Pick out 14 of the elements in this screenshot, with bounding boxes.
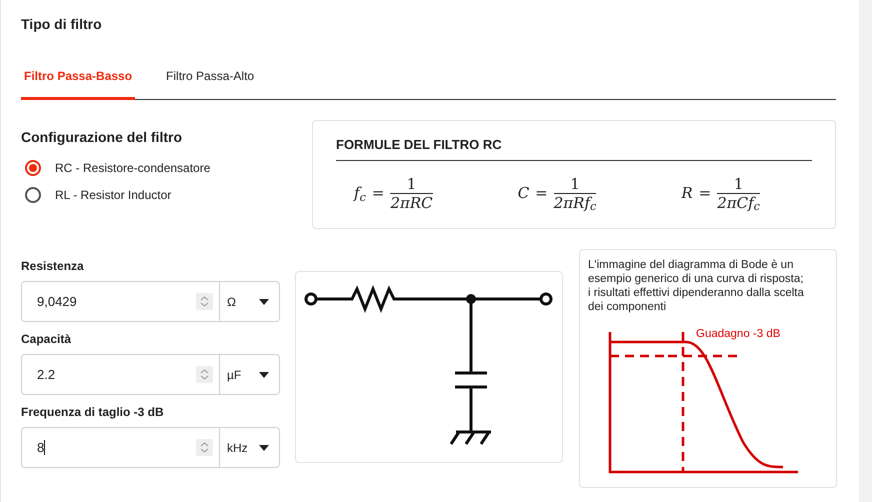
radio-label: RL - Resistor Inductor bbox=[55, 187, 172, 204]
field-label: Capacità bbox=[21, 331, 72, 348]
formula-title: FORMULE DEL FILTRO RC bbox=[336, 135, 812, 160]
section-title: Tipo di filtro bbox=[21, 15, 103, 34]
radio-button[interactable] bbox=[25, 160, 41, 176]
field-label: Resistenza bbox=[21, 258, 85, 275]
radio-button[interactable] bbox=[25, 187, 41, 203]
radio-label: RC - Resistore-condensatore bbox=[55, 160, 210, 177]
tab[interactable]: Filtro Passa-Alto bbox=[163, 63, 258, 100]
configuration-title: Configurazione del filtro bbox=[21, 128, 183, 147]
gain-annotation: Guadagno -3 dB bbox=[696, 327, 780, 342]
bode-note: L'immagine del diagramma di Bode è un esempio generico di una curva di risposta; i risultati effettivi dipenderanno dalla scelta dei componenti bbox=[588, 258, 805, 314]
tab[interactable]: Filtro Passa-Basso bbox=[21, 63, 136, 100]
field-label: Frequenza di taglio -3 dB bbox=[21, 404, 165, 421]
